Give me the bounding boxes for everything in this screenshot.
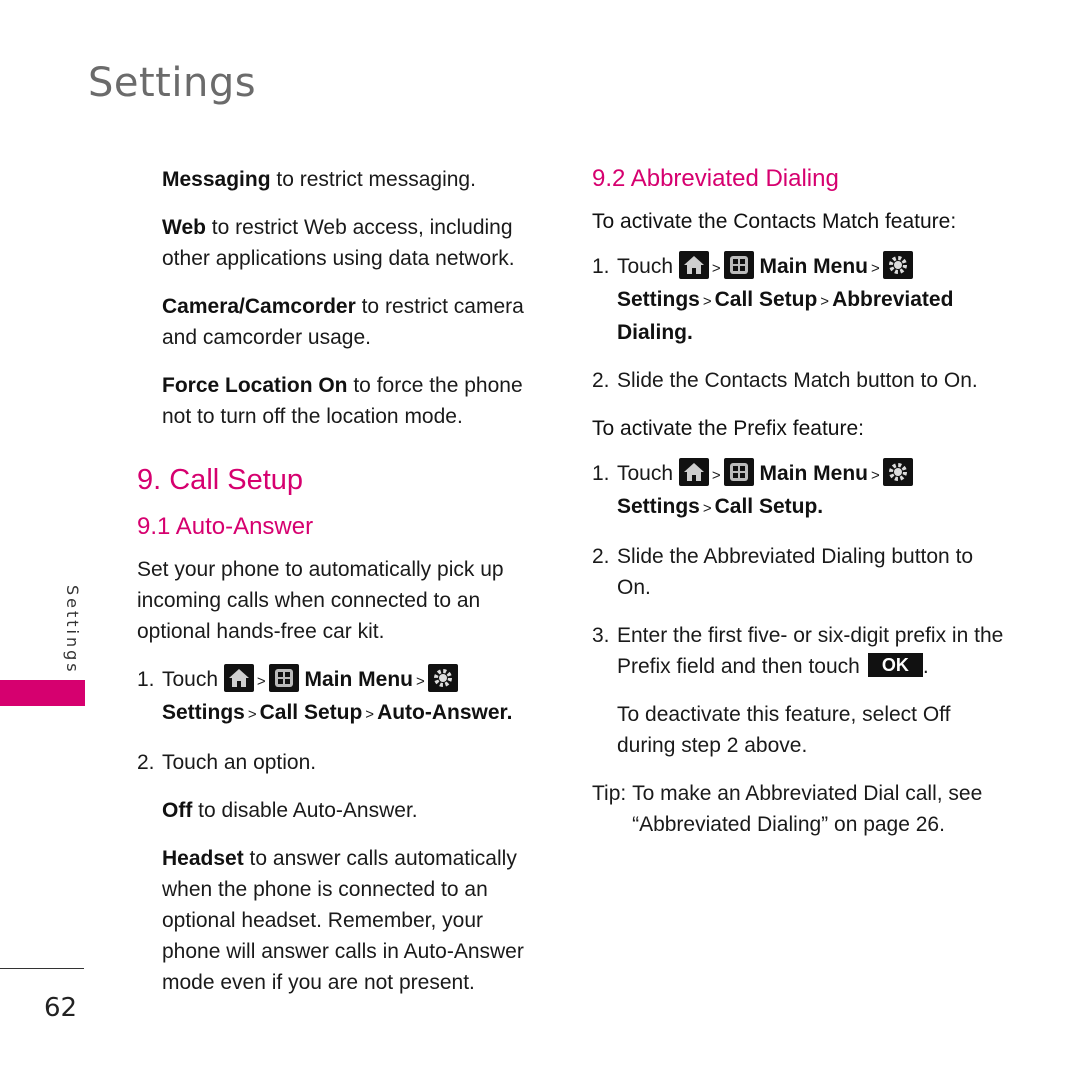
gear-icon bbox=[882, 251, 913, 279]
gear-icon bbox=[427, 664, 458, 692]
contacts-match-step-1: 1. Touch > Main Menu > Settings > Call Setu… bbox=[592, 251, 1012, 348]
gear-icon bbox=[882, 458, 913, 486]
subsection-title-abbreviated-dialing: 9.2 Abbreviated Dialing bbox=[592, 165, 839, 192]
auto-answer-step-1: 1. Touch > Main Menu > Settings > Call Setu… bbox=[137, 664, 537, 730]
contacts-match-heading: To activate the Contacts Match feature: bbox=[592, 210, 957, 233]
home-icon bbox=[678, 251, 709, 279]
prefix-step-1: 1. Touch > Main Menu > Settings > Call Setu… bbox=[592, 458, 1012, 524]
page-title: Settings bbox=[88, 60, 257, 106]
auto-answer-step-2: 2. Touch an option. bbox=[137, 751, 317, 774]
prefix-step-3: 3. Enter the first five- or six-digit pr… bbox=[592, 624, 1004, 678]
prefix-deactivate-note: To deactivate this feature, select Off d… bbox=[617, 703, 951, 757]
page-number: 62 bbox=[44, 993, 78, 1023]
section-title: 9. Call Setup bbox=[137, 464, 304, 496]
side-tab-accent-bar bbox=[0, 680, 85, 706]
right-column: 9.2 Abbreviated Dialing To activate the … bbox=[592, 164, 1012, 840]
footer-rule bbox=[0, 968, 84, 969]
auto-answer-description: Set your phone to automatically pick up … bbox=[137, 558, 504, 643]
prefix-heading: To activate the Prefix feature: bbox=[592, 417, 864, 440]
option-force-location: Force Location On to force the phone not… bbox=[162, 374, 523, 428]
tip: Tip: To make an Abbreviated Dial call, s… bbox=[592, 782, 983, 836]
main-menu-icon bbox=[723, 251, 754, 279]
home-icon bbox=[223, 664, 254, 692]
subsection-title-auto-answer: 9.1 Auto-Answer bbox=[137, 513, 314, 540]
option-off: Off to disable Auto-Answer. bbox=[162, 799, 418, 822]
option-messaging: Messaging to restrict messaging. bbox=[162, 168, 476, 191]
contacts-match-step-2: 2. Slide the Contacts Match button to On… bbox=[592, 369, 978, 392]
option-web: Web to restrict Web access, including ot… bbox=[162, 216, 515, 270]
prefix-step-2: 2. Slide the Abbreviated Dialing button … bbox=[592, 545, 974, 599]
option-camera: Camera/Camcorder to restrict camera and … bbox=[162, 295, 524, 349]
ok-button-icon: OK bbox=[867, 653, 923, 677]
side-tab-label: Settings bbox=[63, 585, 82, 675]
main-menu-icon bbox=[268, 664, 299, 692]
main-menu-icon bbox=[723, 458, 754, 486]
home-icon bbox=[678, 458, 709, 486]
option-headset: Headset to answer calls automatically wh… bbox=[162, 847, 524, 994]
left-column: Messaging to restrict messaging. Web to … bbox=[137, 164, 537, 1015]
